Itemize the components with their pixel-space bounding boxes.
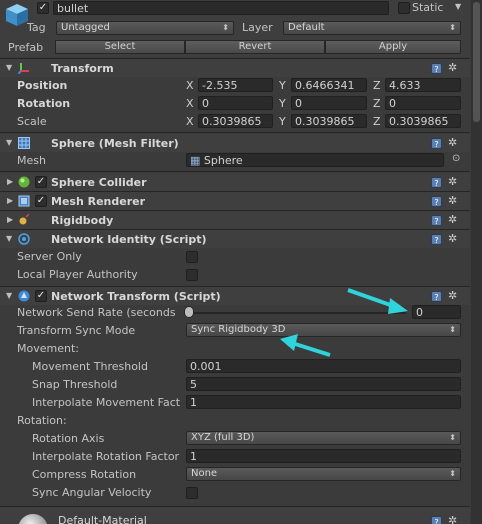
- annotation-arrows: [280, 288, 408, 357]
- annotation-arrow-send-rate: [347, 288, 408, 314]
- annotation-arrow-sync-mode: [280, 334, 331, 357]
